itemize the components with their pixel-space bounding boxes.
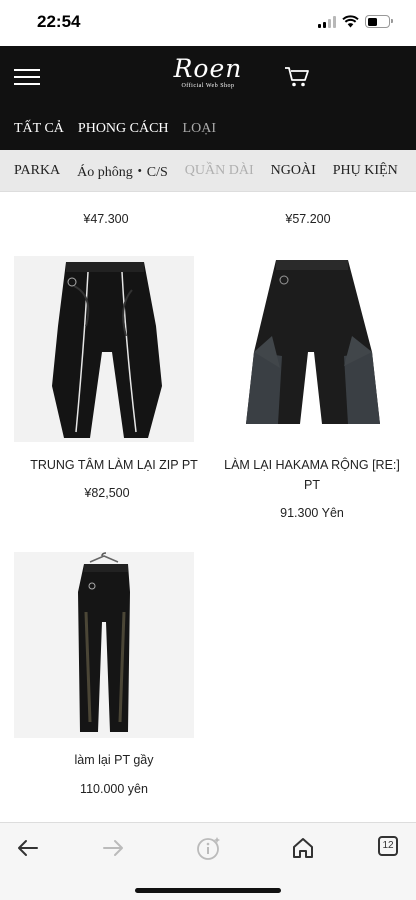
product-image-zip-pants[interactable] [14, 256, 194, 442]
product-price: 91.300 Yên [280, 506, 344, 520]
status-icons [318, 15, 393, 28]
product-price: ¥82,500 [84, 486, 130, 500]
category-tab-style[interactable]: PHONG CÁCH [78, 121, 169, 137]
category-tab-type[interactable]: LOẠI [183, 121, 216, 137]
product-price: ¥57.200 [285, 212, 331, 226]
product-image-hakama-pants[interactable] [222, 256, 402, 442]
subcategory-accessories[interactable]: PHỤ KIỆN [333, 163, 398, 179]
product-name[interactable]: làm lại PT gầy [14, 750, 214, 770]
info-icon[interactable] [196, 835, 222, 861]
subcategory-tshirt[interactable]: Áo phông・C/S [77, 161, 168, 181]
site-header: Roen Official Web Shop [0, 46, 416, 108]
product-price: 110.000 yên [80, 782, 148, 796]
tabs-icon[interactable]: 12 [378, 836, 398, 856]
cart-icon[interactable] [284, 66, 310, 88]
product-grid: ¥47.300 ¥57.200 TRUNG TÂM LÀM LẠI ZIP PT… [0, 192, 416, 822]
logo-wordmark: Roen [173, 54, 243, 83]
status-bar: 22:54 [0, 0, 416, 46]
forward-arrow-icon[interactable] [100, 835, 126, 861]
product-price: ¥47.300 [83, 212, 129, 226]
category-tab-all[interactable]: TẤT CẢ [14, 121, 64, 137]
subcategory-pants[interactable]: QUẦN DÀI [185, 163, 254, 179]
product-image-skinny-pants[interactable] [14, 552, 194, 738]
status-time: 22:54 [37, 12, 81, 31]
home-icon[interactable] [290, 835, 316, 861]
logo[interactable]: Roen Official Web Shop [0, 54, 416, 90]
home-indicator [135, 888, 281, 893]
subcategory-parka[interactable]: PARKA [14, 163, 60, 179]
product-name-line2[interactable]: PT [214, 475, 410, 495]
product-name[interactable]: TRUNG TÂM LÀM LẠI ZIP PT [14, 455, 214, 475]
category-nav: TẤT CẢ PHONG CÁCH LOẠI [0, 108, 416, 150]
product-name-line1[interactable]: LÀM LẠI HAKAMA RỘNG [RE:] [214, 455, 410, 475]
battery-icon [365, 15, 393, 28]
subcategory-outer[interactable]: NGOÀI [271, 163, 316, 179]
subcategory-nav: PARKA Áo phông・C/S QUẦN DÀI NGOÀI PHỤ KI… [0, 150, 416, 192]
back-arrow-icon[interactable] [15, 835, 41, 861]
wifi-icon [342, 15, 359, 28]
logo-subtitle: Official Web Shop [181, 83, 235, 89]
signal-icon [318, 15, 336, 28]
browser-toolbar: 12 [0, 822, 416, 900]
